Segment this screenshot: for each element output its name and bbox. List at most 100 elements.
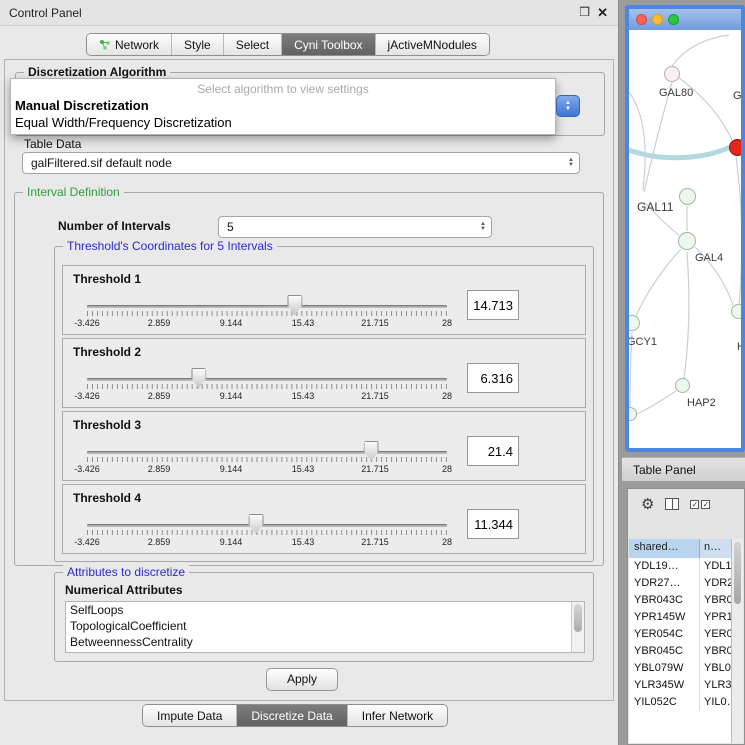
number-of-intervals-combo[interactable]: 5 ▲▼	[218, 216, 492, 238]
threshold-3-group: Threshold 3 -3.4262.8599.14415.4321.7152…	[62, 411, 586, 481]
threshold-1-slider[interactable]: -3.4262.8599.14415.4321.71528	[87, 292, 447, 334]
tab-infer-network[interactable]: Infer Network	[347, 705, 447, 726]
number-of-intervals-value: 5	[227, 220, 234, 234]
node-label-gcy1: GCY1	[629, 336, 657, 348]
combo-stepper-icon: ▲▼	[480, 222, 486, 232]
network-canvas[interactable]: GAL80 GA GAL11 GAL4 GCY1 H HAP2	[629, 30, 741, 448]
threshold-2-slider[interactable]: -3.4262.8599.14415.4321.71528	[87, 365, 447, 407]
table-row[interactable]: YBR043CYBR0…	[629, 592, 731, 609]
slider-tick-labels: -3.4262.8599.14415.4321.71528	[87, 391, 447, 403]
table-row[interactable]: YIL052CYIL0…	[629, 694, 731, 711]
network-node-gal80[interactable]	[664, 66, 680, 82]
table-row[interactable]: YPR145WYPR1…	[629, 609, 731, 626]
table-row[interactable]: YDL19…YDL1…	[629, 558, 731, 575]
tab-style[interactable]: Style	[171, 34, 223, 55]
attributes-scrollbar[interactable]	[571, 602, 584, 652]
attribute-item-selfloops[interactable]: SelfLoops	[66, 602, 584, 618]
attributes-group: Attributes to discretize Numerical Attri…	[54, 572, 594, 662]
apply-button[interactable]: Apply	[266, 668, 338, 691]
tab-discretize-data[interactable]: Discretize Data	[236, 705, 346, 726]
threshold-4-slider[interactable]: -3.4262.8599.14415.4321.71528	[87, 511, 447, 553]
table-row[interactable]: YER054CYER0…	[629, 626, 731, 643]
table-data-label: Table Data	[24, 137, 81, 151]
number-of-intervals-label: Number of Intervals	[58, 219, 171, 233]
zoom-traffic-light-icon[interactable]	[668, 14, 679, 25]
network-window-titlebar[interactable]	[629, 9, 741, 30]
threshold-3-value-field[interactable]	[467, 436, 519, 466]
threshold-4-label: Threshold 4	[73, 491, 141, 505]
table-scrollbar-thumb[interactable]	[734, 542, 741, 604]
tab-network[interactable]: Network	[87, 34, 171, 55]
slider-track	[87, 451, 447, 454]
table-row[interactable]: YBL079WYBL0…	[629, 660, 731, 677]
attributes-scrollbar-thumb[interactable]	[574, 604, 582, 632]
algorithm-combo-stepper[interactable]: ▲ ▼	[556, 95, 580, 117]
slider-tick-labels: -3.4262.8599.14415.4321.71528	[87, 318, 447, 330]
thresholds-group: Threshold's Coordinates for 5 Intervals …	[54, 246, 594, 562]
attribute-item-betweennesscentrality[interactable]: BetweennessCentrality	[66, 634, 584, 650]
slider-tick-labels: -3.4262.8599.14415.4321.71528	[87, 537, 447, 549]
algorithm-dropdown-popup: Select algorithm to view settings Manual…	[10, 78, 556, 135]
bottom-tab-bar: Impute Data Discretize Data Infer Networ…	[142, 704, 448, 727]
slider-ticks	[87, 311, 447, 316]
threshold-2-group: Threshold 2 -3.4262.8599.14415.4321.7152…	[62, 338, 586, 408]
table-row[interactable]: YDR27…YDR2…	[629, 575, 731, 592]
algorithm-option-equal-width[interactable]: Equal Width/Frequency Discretization	[11, 114, 555, 131]
numerical-attributes-label: Numerical Attributes	[65, 583, 183, 597]
network-node-gal4[interactable]	[678, 232, 696, 250]
table-toolbar: ⚙ ✓ ✓	[628, 489, 744, 519]
top-tab-bar: Network Style Select Cyni Toolbox jActiv…	[86, 33, 490, 56]
network-node-red-selected[interactable]	[729, 139, 741, 156]
column-header-shared-name[interactable]: shared…	[629, 539, 700, 558]
threshold-2-value-field[interactable]	[467, 363, 519, 393]
tab-infer-network-label: Infer Network	[362, 709, 433, 723]
threshold-4-value-field[interactable]	[467, 509, 519, 539]
combo-stepper-icon: ▲▼	[568, 158, 574, 168]
algorithm-option-manual[interactable]: Manual Discretization	[11, 97, 555, 114]
close-icon[interactable]: ✕	[597, 5, 608, 21]
tab-impute-data-label: Impute Data	[157, 709, 222, 723]
window-title: Control Panel	[9, 6, 82, 20]
table-data-combo-value: galFiltered.sif default node	[31, 156, 172, 170]
attributes-group-title: Attributes to discretize	[63, 565, 189, 579]
network-view-window: GAL80 GA GAL11 GAL4 GCY1 H HAP2	[625, 5, 745, 452]
slider-track	[87, 305, 447, 308]
network-icon	[99, 39, 111, 51]
network-node-right-edge[interactable]	[731, 304, 741, 319]
table-panel-header[interactable]: Table Panel	[622, 457, 745, 482]
table-browser-window: ⚙ ✓ ✓ shared… n… YDL19…YDL1… YDR27…YDR2……	[627, 488, 745, 745]
column-header-name[interactable]: n…	[700, 539, 731, 558]
gear-icon[interactable]: ⚙	[641, 495, 654, 513]
attribute-item-topologicalcoefficient[interactable]: TopologicalCoefficient	[66, 618, 584, 634]
slider-tick-labels: -3.4262.8599.14415.4321.71528	[87, 464, 447, 476]
network-node-hap2[interactable]	[675, 378, 690, 393]
tab-cyni-toolbox-label: Cyni Toolbox	[294, 38, 362, 52]
table-row[interactable]: YLR345WYLR3…	[629, 677, 731, 694]
slider-ticks	[87, 384, 447, 389]
tab-impute-data[interactable]: Impute Data	[143, 705, 236, 726]
columns-icon[interactable]	[665, 498, 679, 510]
threshold-1-group: Threshold 1 -3.4262.8599.14415.4321.7152…	[62, 265, 586, 335]
tab-select[interactable]: Select	[223, 34, 281, 55]
checkbox-icon[interactable]: ✓	[701, 500, 710, 509]
table-row[interactable]: YBR045CYBR0…	[629, 643, 731, 660]
threshold-3-slider[interactable]: -3.4262.8599.14415.4321.71528	[87, 438, 447, 480]
tab-discretize-data-label: Discretize Data	[251, 709, 332, 723]
thresholds-group-title: Threshold's Coordinates for 5 Intervals	[63, 239, 277, 253]
interval-definition-title: Interval Definition	[23, 185, 124, 199]
stepper-down-icon: ▼	[565, 106, 571, 112]
slider-ticks	[87, 457, 447, 462]
float-window-icon[interactable]: ❒	[579, 5, 590, 19]
network-node-gal11[interactable]	[679, 188, 696, 205]
threshold-2-label: Threshold 2	[73, 345, 141, 359]
node-label-partial-mid-right: H	[737, 341, 741, 353]
table-data-combo[interactable]: galFiltered.sif default node ▲▼	[22, 152, 580, 174]
node-label-gal80: GAL80	[659, 87, 693, 99]
tab-jactivemnodules[interactable]: jActiveMNodules	[375, 34, 489, 55]
minimize-traffic-light-icon[interactable]	[652, 14, 663, 25]
tab-cyni-toolbox[interactable]: Cyni Toolbox	[281, 34, 374, 55]
close-traffic-light-icon[interactable]	[636, 14, 647, 25]
checkbox-icon[interactable]: ✓	[690, 500, 699, 509]
table-scrollbar[interactable]	[731, 539, 743, 743]
threshold-1-value-field[interactable]	[467, 290, 519, 320]
